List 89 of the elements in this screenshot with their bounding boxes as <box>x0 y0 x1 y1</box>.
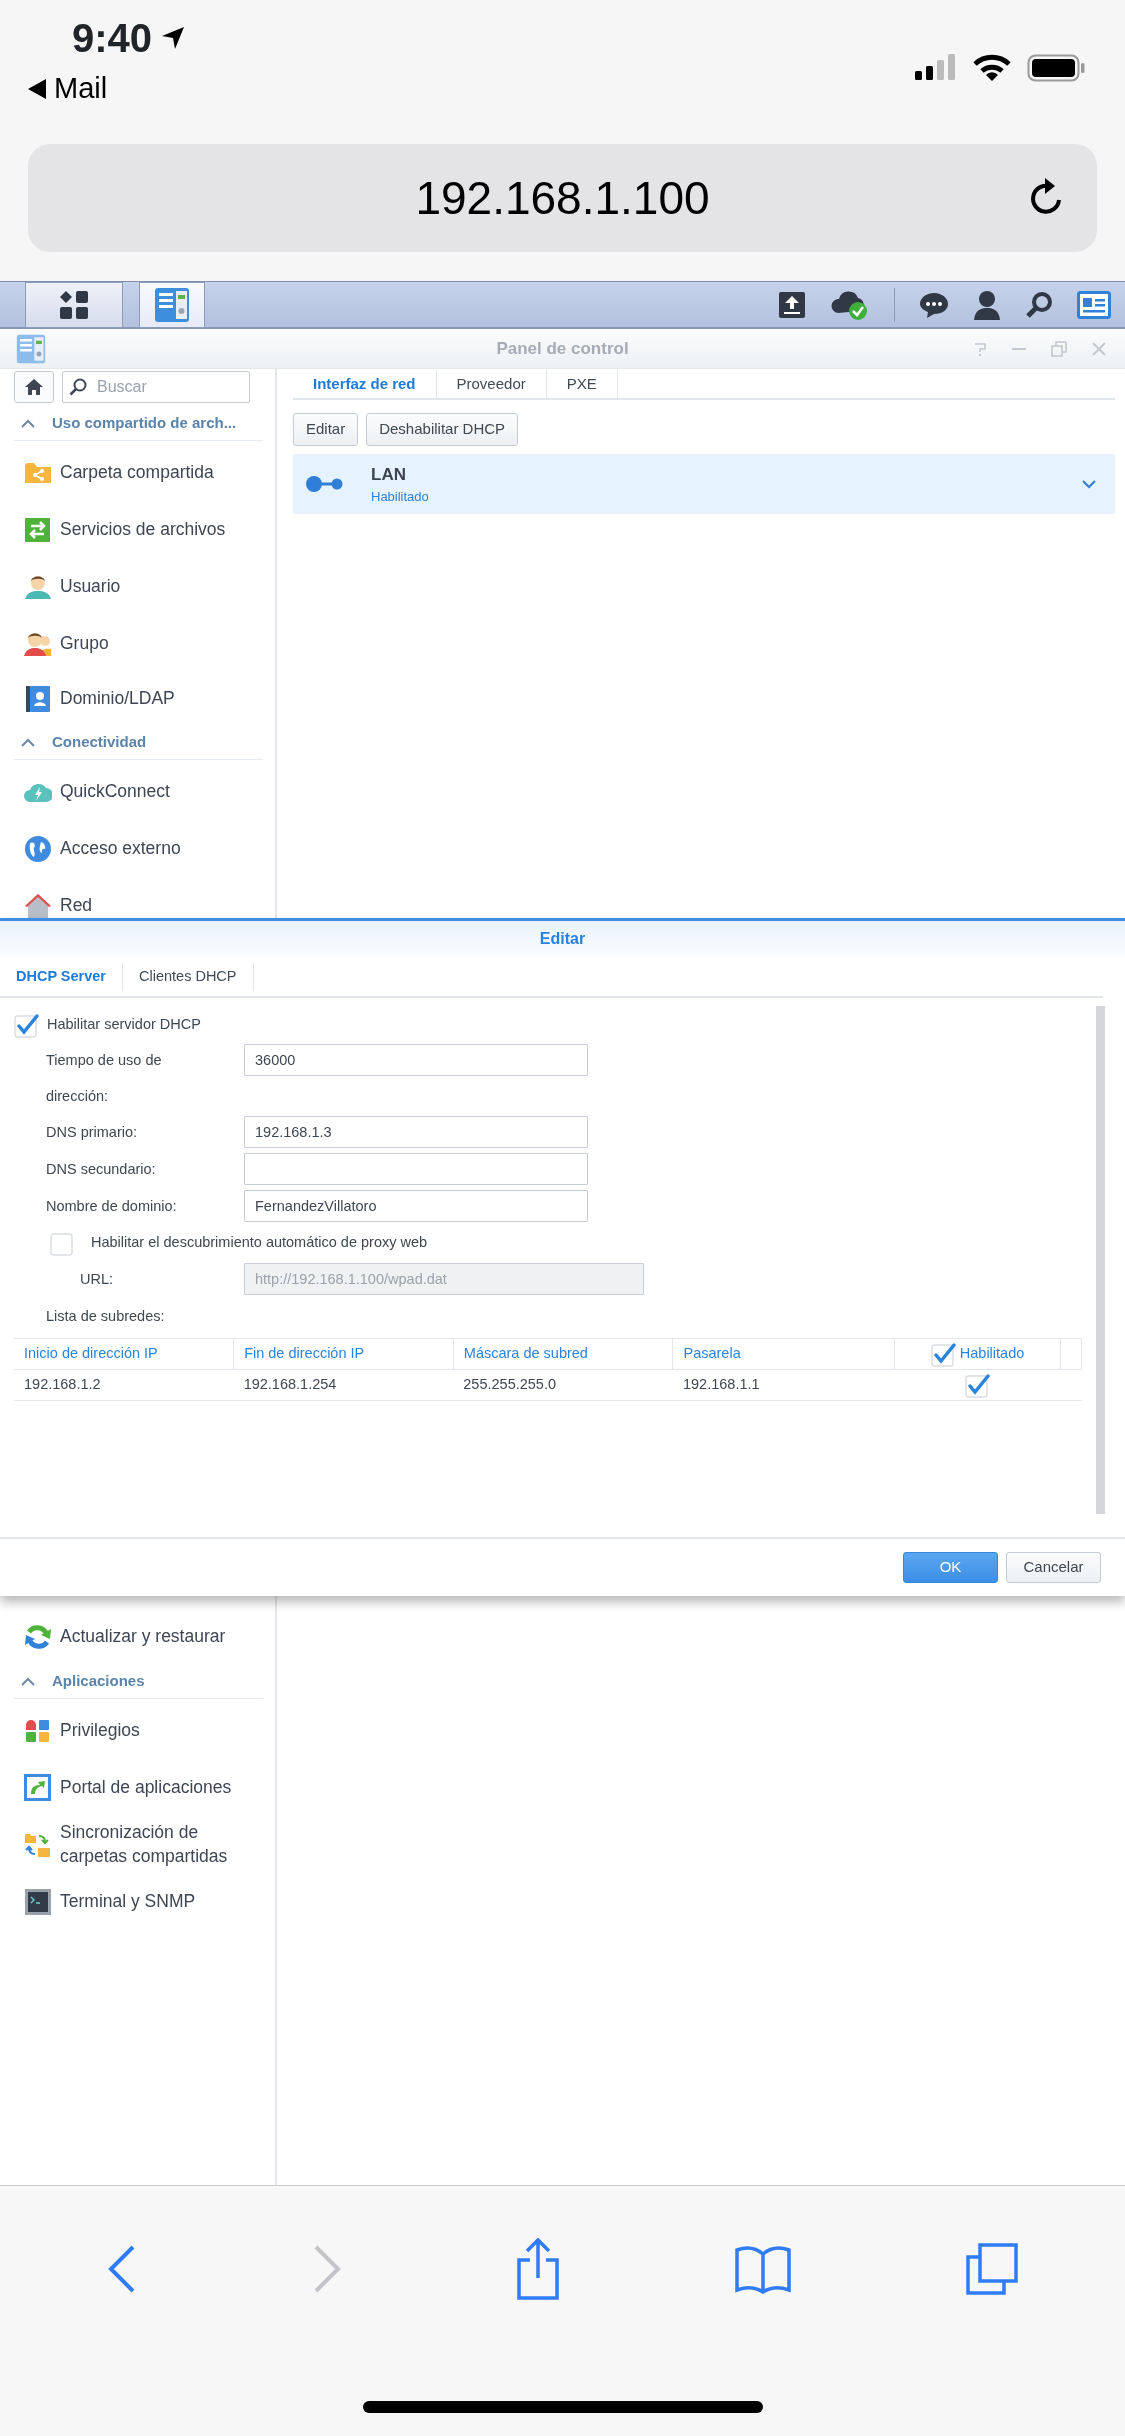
field-label: Tiempo de uso de dirección: <box>45 1051 163 1106</box>
column-header: Fin de dirección IP <box>244 1345 365 1362</box>
toolbar-button[interactable]: Deshabilitar DHCP <box>366 413 519 446</box>
tab[interactable]: Clientes DHCP <box>123 962 254 991</box>
control-panel-taskbar-button[interactable] <box>139 281 205 328</box>
connection-icon <box>305 474 345 494</box>
clock-time: 9:40 <box>72 18 153 58</box>
section-header[interactable]: Aplicaciones <box>14 1665 263 1699</box>
field-label: URL: <box>79 1270 115 1289</box>
home-icon <box>24 378 44 396</box>
tab[interactable]: Interfaz de red <box>293 370 437 398</box>
column-header: Máscara de subred <box>463 1345 588 1362</box>
cancel-button[interactable]: Cancelar <box>1006 1552 1101 1583</box>
sidebar-item[interactable]: Grupo <box>0 615 275 672</box>
column-header: Pasarela <box>683 1345 741 1362</box>
input-field[interactable]: FernandezVillatoro <box>244 1190 588 1222</box>
sidebar-item[interactable]: Terminal y SNMP <box>0 1873 275 1930</box>
main-menu-button[interactable] <box>25 281 123 328</box>
refresh-icon <box>24 1622 52 1651</box>
address-bar[interactable]: 192.168.1.100 <box>28 144 1097 252</box>
field-label: DNS primario: <box>45 1123 139 1142</box>
checkbox-label: Habilitar servidor DHCP <box>47 1015 201 1035</box>
sidebar-item[interactable]: Servicios de archivos <box>0 501 275 558</box>
search-icon[interactable] <box>1025 290 1053 319</box>
arrow-square-icon <box>24 1773 52 1802</box>
tab[interactable]: PXE <box>546 370 618 398</box>
toolbar-button[interactable]: Editar <box>293 413 359 446</box>
checkbox-label: Habilitar el descubrimiento automático de proxy web <box>91 1233 428 1253</box>
house-icon <box>24 891 52 920</box>
sidebar-item[interactable]: Portal de aplicaciones <box>0 1759 275 1816</box>
sidebar-item[interactable]: Actualizar y restaurar <box>0 1608 275 1665</box>
table-cell: 192.168.1.2 <box>24 1376 101 1393</box>
interface-status: Habilitado <box>371 488 429 506</box>
chevron-icon[interactable] <box>1081 477 1097 491</box>
terminal-icon <box>24 1887 52 1916</box>
window-title: Panel de control <box>496 337 629 360</box>
table-cell: 192.168.1.1 <box>682 1376 760 1393</box>
user-icon[interactable] <box>973 289 1001 320</box>
contact-book-icon <box>24 685 52 713</box>
arrows-icon <box>24 515 52 544</box>
section-header[interactable]: Conectividad <box>14 726 263 760</box>
tab[interactable]: DHCP Server <box>0 962 123 991</box>
checkbox[interactable] <box>50 1230 75 1256</box>
globe-icon <box>24 834 52 863</box>
interface-panel[interactable]: LAN Habilitado <box>293 454 1115 514</box>
scrollbar[interactable] <box>1096 1006 1105 1514</box>
sidebar-item[interactable]: Privilegios <box>0 1702 275 1759</box>
table-cell: 255.255.255.0 <box>463 1376 557 1393</box>
widget-card-icon[interactable] <box>1077 290 1111 319</box>
sidebar-item[interactable]: Sincronización de carpetas compartidas <box>0 1816 275 1873</box>
home-button[interactable] <box>14 371 54 403</box>
field-label: Nombre de dominio: <box>45 1197 178 1216</box>
section-label: Lista de subredes: <box>46 1308 165 1324</box>
column-header: Habilitado <box>959 1344 1025 1364</box>
search-field[interactable]: Buscar <box>95 374 245 400</box>
wifi-icon <box>973 54 1011 82</box>
checkbox[interactable] <box>14 1012 39 1038</box>
field-label: DNS secundario: <box>45 1160 157 1179</box>
input-field[interactable]: 36000 <box>244 1044 588 1076</box>
sidebar-item[interactable]: Dominio/LDAP <box>0 672 275 726</box>
back-triangle-icon <box>28 78 46 99</box>
grid-icon <box>59 289 89 320</box>
search-box[interactable]: Buscar <box>62 371 250 403</box>
control-panel-icon <box>154 286 190 323</box>
chat-icon[interactable] <box>919 290 949 319</box>
sidebar-item[interactable]: Usuario <box>0 558 275 615</box>
checkbox[interactable] <box>930 1341 956 1367</box>
sidebar-item[interactable]: Acceso externo <box>0 820 275 877</box>
book-icon[interactable] <box>735 2243 792 2294</box>
signal-icon <box>915 54 957 80</box>
section-header[interactable]: Uso compartido de arch... <box>14 407 263 441</box>
input-field[interactable] <box>244 1153 588 1185</box>
tab[interactable]: Proveedor <box>436 370 547 398</box>
back-to-app-link[interactable]: Mail <box>28 74 108 103</box>
column-header: Inicio de dirección IP <box>24 1345 158 1362</box>
upload-icon[interactable] <box>778 290 806 319</box>
location-arrow-icon <box>160 25 187 51</box>
dialog-title: Editar <box>0 921 1125 957</box>
control-panel-icon <box>16 333 46 364</box>
table-cell: 192.168.1.254 <box>243 1376 337 1393</box>
sidebar-item[interactable]: QuickConnect <box>0 763 275 820</box>
tabs-icon[interactable] <box>965 2242 1018 2295</box>
interface-name: LAN <box>371 463 407 486</box>
checkbox[interactable] <box>965 1372 991 1398</box>
share-icon[interactable] <box>516 2237 561 2300</box>
sidebar-item[interactable]: Carpeta compartida <box>0 444 275 501</box>
battery-icon <box>1027 54 1085 82</box>
input-field[interactable]: 192.168.1.3 <box>244 1116 588 1148</box>
search-icon <box>69 378 87 396</box>
